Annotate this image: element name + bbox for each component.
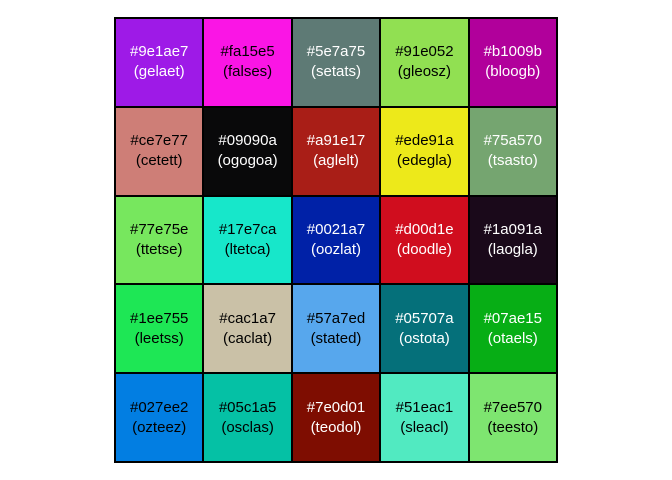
color-swatch: #0021a7 (oozlat)	[291, 195, 381, 285]
swatch-name: (otaels)	[487, 329, 538, 347]
swatch-name: (doodle)	[396, 240, 452, 258]
color-swatch: #75a570 (tsasto)	[468, 106, 557, 196]
swatch-hex: #9e1ae7	[129, 43, 189, 61]
swatch-hex: #05707a	[395, 309, 454, 327]
swatch-hex: #fa15e5	[220, 43, 275, 61]
color-swatch: #77e75e (ttetse)	[115, 195, 204, 285]
swatch-hex: #57a7ed	[306, 309, 366, 327]
swatch-name: (aglelt)	[313, 152, 359, 170]
swatch-hex: #5e7a75	[306, 43, 366, 61]
swatch-name: (ltetca)	[224, 240, 271, 258]
swatch-hex: #1a091a	[483, 220, 542, 238]
swatch-name: (stated)	[310, 329, 362, 347]
color-swatch: #5e7a75 (setats)	[291, 18, 381, 107]
swatch-hex: #77e75e	[129, 220, 189, 238]
swatch-name: (ozteez)	[132, 418, 187, 436]
color-swatch: #7e0d01 (teodol)	[291, 373, 381, 462]
swatch-name: (falses)	[223, 63, 273, 81]
swatch-hex: #a91e17	[306, 132, 366, 150]
swatch-name: (caclat)	[223, 329, 273, 347]
color-swatch: #d00d1e (doodle)	[380, 195, 469, 285]
swatch-hex: #7e0d01	[306, 398, 366, 416]
swatch-name: (sleacl)	[400, 418, 449, 436]
color-swatch-grid: #9e1ae7 (gelaet) #fa15e5 (falses) #5e7a75 (…	[114, 17, 558, 463]
swatch-name: (gleosz)	[397, 63, 452, 81]
color-swatch: #fa15e5 (falses)	[203, 18, 292, 107]
swatch-hex: #05c1a5	[218, 398, 277, 416]
swatch-name: (edegla)	[396, 152, 452, 170]
color-swatch: #57a7ed (stated)	[291, 284, 381, 374]
swatch-name: (gelaet)	[133, 63, 185, 81]
swatch-hex: #1ee755	[129, 309, 189, 327]
color-swatch: #51eac1 (sleacl)	[380, 373, 469, 462]
swatch-name: (teesto)	[487, 418, 539, 436]
color-swatch: #1ee755 (leetss)	[115, 284, 204, 374]
swatch-name: (leetss)	[134, 329, 184, 347]
swatch-hex: #75a570	[483, 132, 542, 150]
color-swatch: #a91e17 (aglelt)	[291, 106, 381, 196]
swatch-name: (cetett)	[135, 152, 183, 170]
swatch-hex: #09090a	[218, 132, 277, 150]
swatch-hex: #027ee2	[129, 398, 189, 416]
swatch-hex: #91e052	[395, 43, 454, 61]
swatch-name: (ostota)	[398, 329, 450, 347]
swatch-name: (laogla)	[487, 240, 538, 258]
swatch-hex: #ce7e77	[130, 132, 188, 150]
color-swatch: #17e7ca (ltetca)	[203, 195, 292, 285]
color-swatch: #b1009b (bloogb)	[468, 18, 557, 107]
color-swatch: #1a091a (laogla)	[468, 195, 557, 285]
color-swatch: #ce7e77 (cetett)	[115, 106, 204, 196]
swatch-name: (ogogoa)	[217, 152, 278, 170]
color-swatch: #ede91a (edegla)	[380, 106, 469, 196]
swatch-name: (setats)	[310, 63, 361, 81]
color-swatch: #09090a (ogogoa)	[203, 106, 292, 196]
swatch-hex: #7ee570	[483, 398, 542, 416]
swatch-name: (tsasto)	[487, 152, 538, 170]
swatch-name: (bloogb)	[485, 63, 541, 81]
color-swatch: #07ae15 (otaels)	[468, 284, 557, 374]
swatch-hex: #b1009b	[483, 43, 542, 61]
color-swatch: #027ee2 (ozteez)	[115, 373, 204, 462]
swatch-hex: #cac1a7	[219, 309, 276, 327]
color-swatch: #91e052 (gleosz)	[380, 18, 469, 107]
swatch-name: (teodol)	[310, 418, 362, 436]
swatch-name: (osclas)	[221, 418, 274, 436]
color-swatch: #9e1ae7 (gelaet)	[115, 18, 204, 107]
swatch-hex: #51eac1	[395, 398, 454, 416]
color-swatch: #05c1a5 (osclas)	[203, 373, 292, 462]
color-swatch: #7ee570 (teesto)	[468, 373, 557, 462]
swatch-hex: #07ae15	[483, 309, 542, 327]
color-swatch: #05707a (ostota)	[380, 284, 469, 374]
swatch-hex: #d00d1e	[395, 220, 454, 238]
swatch-hex: #0021a7	[306, 220, 366, 238]
swatch-name: (ttetse)	[135, 240, 183, 258]
swatch-name: (oozlat)	[310, 240, 361, 258]
swatch-hex: #ede91a	[395, 132, 454, 150]
color-swatch: #cac1a7 (caclat)	[203, 284, 292, 374]
swatch-hex: #17e7ca	[218, 220, 277, 238]
